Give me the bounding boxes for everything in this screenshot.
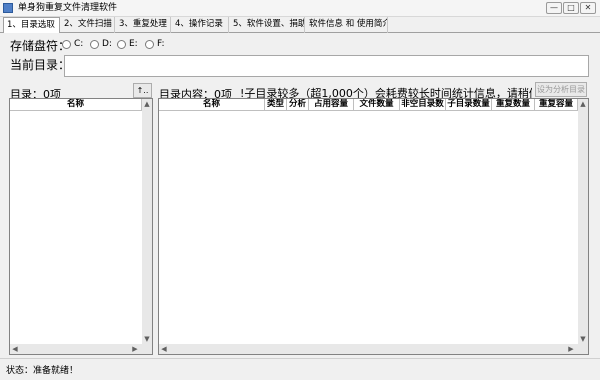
- dir-list-header-name[interactable]: 名称: [10, 99, 142, 111]
- directory-content-table[interactable]: 名称 类型 分析 占用容量 文件数量 非空目录数 子目录数量 重复数量 重复容量…: [158, 98, 589, 355]
- drive-e-label: E:: [129, 39, 138, 49]
- scroll-right-icon[interactable]: ▶: [130, 344, 140, 354]
- dir-list-hscroll[interactable]: ◀ ▶: [10, 344, 152, 354]
- title-bar: 单身狗重复文件清理软件 — □ ✕: [0, 0, 600, 17]
- drive-label: 存储盘符：: [10, 39, 71, 53]
- close-button[interactable]: ✕: [580, 2, 596, 14]
- content-header-type[interactable]: 类型: [265, 99, 287, 111]
- maximize-button[interactable]: □: [563, 2, 579, 14]
- scroll-down-icon[interactable]: ▼: [578, 334, 588, 344]
- set-analysis-dir-button[interactable]: 设为分析目录: [535, 82, 587, 97]
- content-header-dup-size[interactable]: 重复容量: [535, 99, 578, 111]
- content-header-analyze[interactable]: 分析: [287, 99, 309, 111]
- content-header-nonempty-dirs[interactable]: 非空目录数: [400, 99, 446, 111]
- content-header-file-count[interactable]: 文件数量: [354, 99, 400, 111]
- dir-list-vscroll[interactable]: ▲ ▼: [142, 99, 152, 344]
- status-label: 状态：: [6, 366, 34, 376]
- status-bar: 状态： 准备就绪！: [0, 358, 600, 380]
- app-icon: [3, 3, 13, 13]
- scroll-up-icon[interactable]: ▲: [578, 99, 588, 109]
- scroll-left-icon[interactable]: ◀: [159, 344, 169, 354]
- content-vscroll[interactable]: ▲ ▼: [578, 99, 588, 344]
- current-dir-input[interactable]: [64, 55, 589, 77]
- content-header-dup-count[interactable]: 重复数量: [492, 99, 535, 111]
- window-title: 单身狗重复文件清理软件: [18, 3, 118, 13]
- content-header-name[interactable]: 名称: [159, 99, 265, 111]
- content-hscroll[interactable]: ◀ ▶: [159, 344, 588, 354]
- tab-settings-donate[interactable]: 5、软件设置、捐助: [230, 17, 305, 33]
- content-header-used-size[interactable]: 占用容量: [309, 99, 354, 111]
- tab-directory-select[interactable]: 1、目录选取: [3, 17, 60, 33]
- scroll-up-icon[interactable]: ▲: [142, 99, 152, 109]
- drive-radio-group: C: D: E: F:: [62, 39, 172, 52]
- content-header-subdir-count[interactable]: 子目录数量: [446, 99, 492, 111]
- minimize-button[interactable]: —: [546, 2, 562, 14]
- scroll-right-icon[interactable]: ▶: [566, 344, 576, 354]
- drive-d-radio[interactable]: [90, 40, 99, 49]
- drive-f-label: F:: [157, 39, 165, 49]
- drive-c-radio[interactable]: [62, 40, 71, 49]
- directory-list[interactable]: 名称 ▲ ▼ ◀ ▶: [9, 98, 153, 355]
- scroll-left-icon[interactable]: ◀: [10, 344, 20, 354]
- scroll-down-icon[interactable]: ▼: [142, 334, 152, 344]
- drive-e-radio[interactable]: [117, 40, 126, 49]
- tab-bar: 1、目录选取 2、文件扫描 3、重复处理 4、操作记录 5、软件设置、捐助 软件…: [0, 17, 600, 33]
- status-value: 准备就绪！: [33, 366, 79, 376]
- tab-file-scan[interactable]: 2、文件扫描: [61, 17, 115, 33]
- drive-f-radio[interactable]: [145, 40, 154, 49]
- tab-software-info[interactable]: 软件信息 和 使用简介: [306, 17, 388, 33]
- parent-dir-button[interactable]: ↑..: [133, 83, 152, 98]
- drive-d-label: D:: [102, 39, 112, 49]
- drive-c-label: C:: [74, 39, 84, 49]
- tab-operation-log[interactable]: 4、操作记录: [172, 17, 229, 33]
- current-dir-label: 当前目录：: [10, 58, 71, 72]
- tab-duplicate-process[interactable]: 3、重复处理: [116, 17, 171, 33]
